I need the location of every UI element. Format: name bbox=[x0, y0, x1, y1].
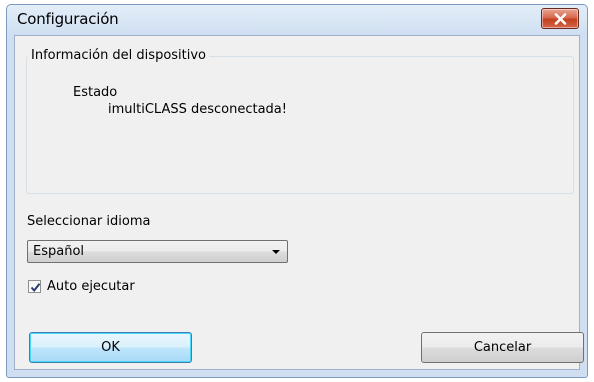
close-icon bbox=[554, 13, 567, 25]
configuration-dialog: Configuración Información del dispositiv… bbox=[6, 4, 588, 378]
close-button[interactable] bbox=[541, 8, 579, 29]
checkmark-icon bbox=[30, 283, 41, 293]
language-selected-value: Español bbox=[33, 244, 85, 259]
state-label: Estado bbox=[73, 85, 118, 100]
device-info-legend: Información del dispositivo bbox=[28, 48, 210, 63]
language-label: Seleccionar idioma bbox=[27, 214, 151, 229]
chevron-down-icon bbox=[272, 250, 280, 254]
device-info-group bbox=[26, 56, 574, 194]
dialog-client-area: Información del dispositivo Estado imult… bbox=[14, 35, 584, 370]
window-title: Configuración bbox=[17, 10, 119, 28]
cancel-button[interactable]: Cancelar bbox=[421, 332, 584, 363]
state-value: imultiCLASS desconectada! bbox=[108, 102, 287, 117]
ok-button[interactable]: OK bbox=[29, 332, 192, 363]
language-select[interactable]: Español bbox=[27, 240, 288, 263]
auto-run-checkbox[interactable] bbox=[28, 280, 41, 293]
title-bar[interactable]: Configuración bbox=[7, 5, 587, 35]
auto-run-label[interactable]: Auto ejecutar bbox=[47, 279, 135, 294]
